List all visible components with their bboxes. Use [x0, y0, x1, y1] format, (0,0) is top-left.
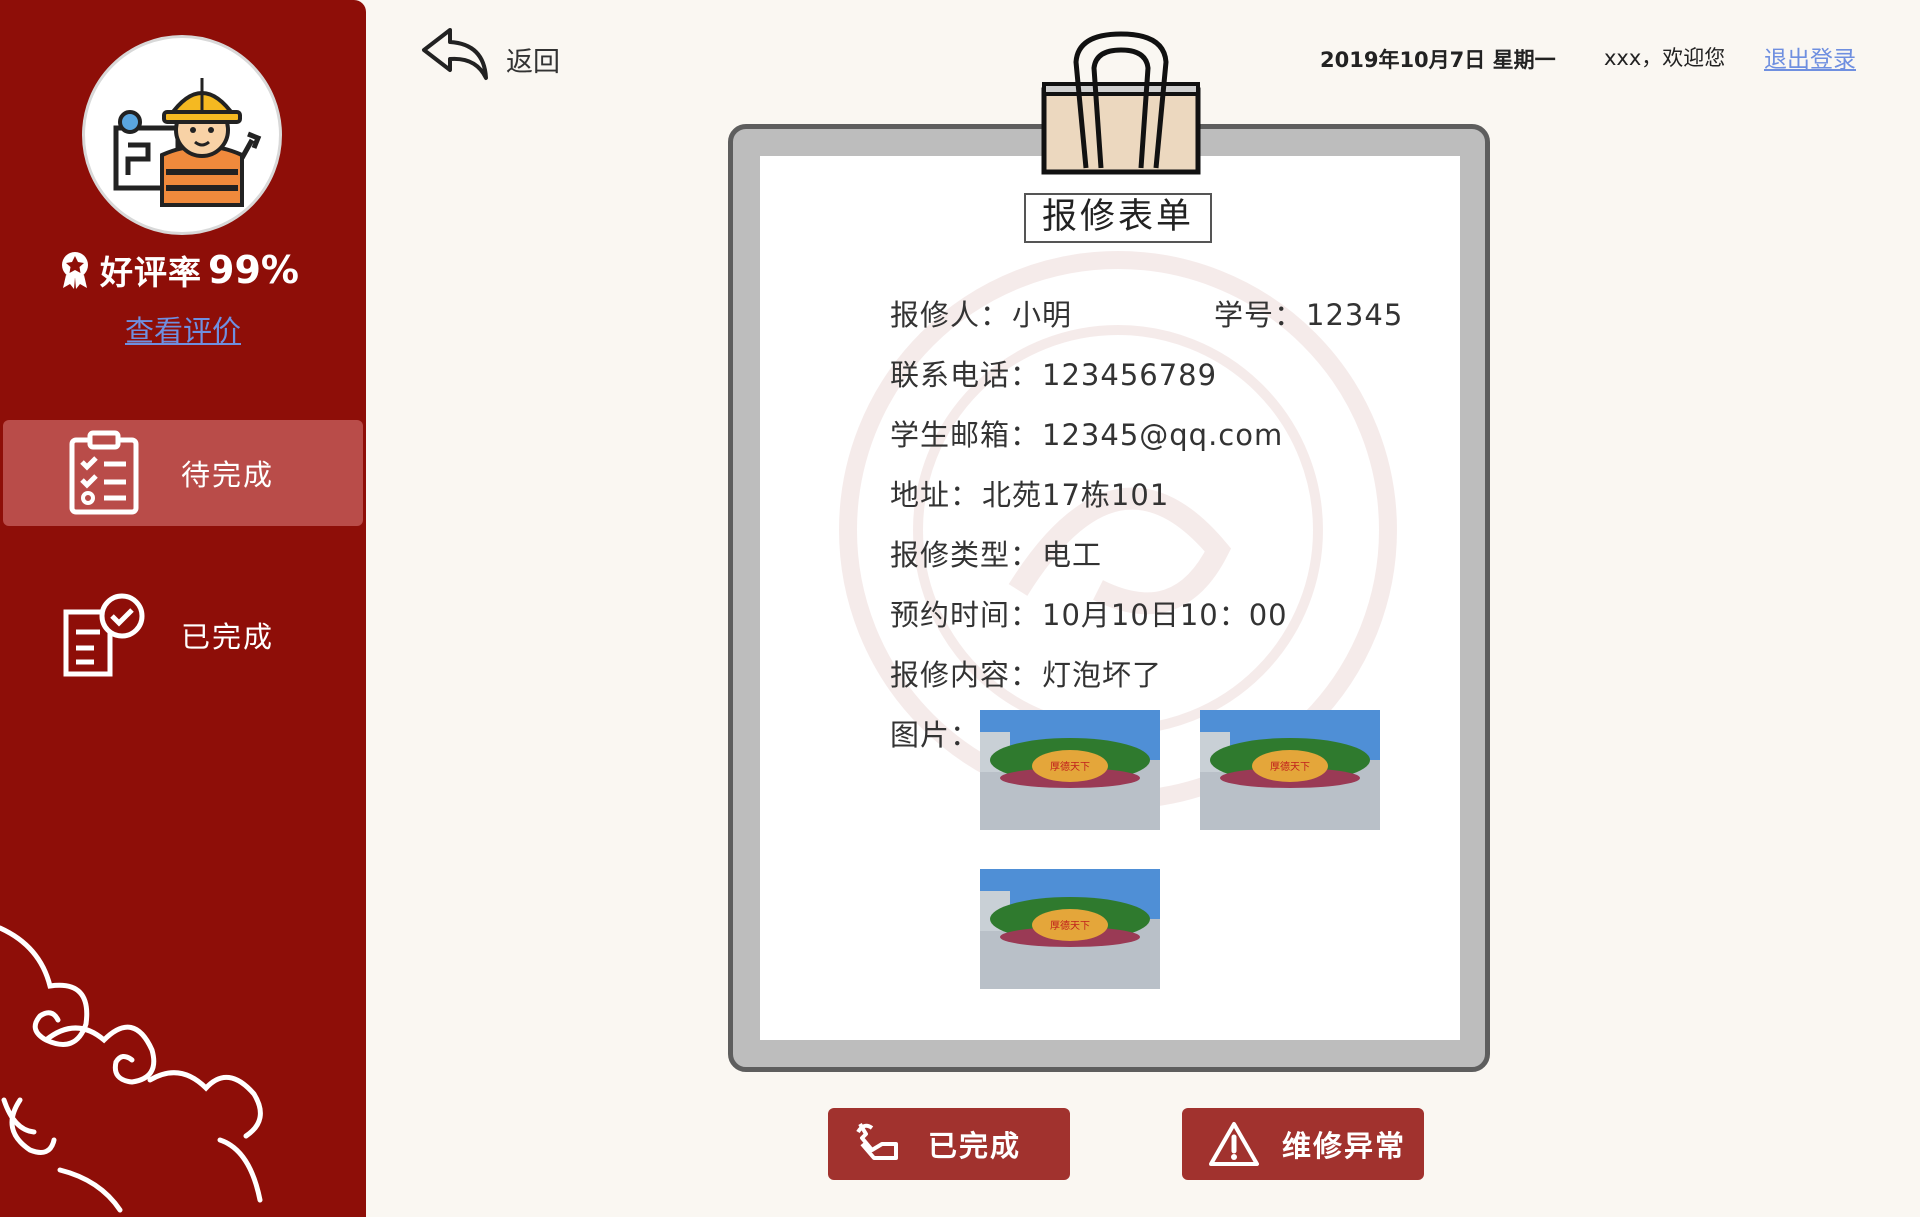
field-value: 灯泡坏了 — [1042, 658, 1163, 692]
field-label: 联系电话： — [890, 358, 1041, 392]
back-label: 返回 — [506, 46, 560, 78]
field-value: 北苑17栋101 — [982, 478, 1170, 512]
photo-image: 厚德天下 — [1200, 710, 1380, 830]
medal-icon — [62, 252, 88, 289]
welcome-text: xxx，欢迎您 — [1604, 46, 1726, 70]
photo-image: 厚德天下 — [980, 869, 1160, 989]
field-reporter: 报修人：小明 — [890, 292, 1072, 334]
nav-item-label: 已完成 — [181, 620, 275, 654]
field-label: 学生邮箱： — [890, 418, 1041, 452]
button-label: 已完成 — [928, 1129, 1022, 1163]
field-value: 电工 — [1042, 538, 1103, 572]
field-label: 报修人： — [890, 298, 1011, 332]
nav-item-pending[interactable]: 待完成 — [3, 420, 363, 526]
field-appointment-time: 预约时间：10月10日10：00 — [890, 592, 1288, 634]
photo-caption: 厚德天下 — [1050, 760, 1090, 773]
field-address: 地址：北苑17栋101 — [890, 472, 1169, 514]
field-value: 12345@qq.com — [1042, 418, 1284, 452]
field-label: 报修内容： — [890, 658, 1041, 692]
pictures-label: 图片： — [890, 718, 981, 752]
cloud-ornament-icon — [0, 925, 263, 1213]
field-repair-content: 报修内容：灯泡坏了 — [890, 652, 1162, 694]
current-date: 2019年10月7日 星期一 — [1320, 48, 1556, 72]
warning-triangle-icon — [1209, 1122, 1259, 1166]
repair-photo-thumbnail[interactable]: 厚德天下 — [980, 869, 1160, 989]
field-label: 预约时间： — [890, 598, 1041, 632]
field-student-id: 学号：12345 — [1214, 292, 1403, 334]
clipboard-checklist-icon — [69, 430, 139, 515]
wrench-hand-icon — [856, 1122, 898, 1160]
photo-caption: 厚德天下 — [1050, 919, 1090, 932]
field-value: 123456789 — [1042, 358, 1218, 392]
photo-caption: 厚德天下 — [1270, 760, 1310, 773]
rating-label: 好评率 — [100, 253, 202, 292]
photo-image: 厚德天下 — [980, 710, 1160, 830]
nav-item-completed[interactable]: 已完成 — [3, 582, 363, 688]
field-value: 12345 — [1306, 298, 1404, 332]
mark-complete-button[interactable]: 已完成 — [828, 1108, 1070, 1180]
field-label: 地址： — [890, 478, 981, 512]
logout-link[interactable]: 退出登录 — [1764, 40, 1856, 74]
form-title: 报修表单 — [1024, 193, 1212, 243]
nav-item-label: 待完成 — [181, 458, 275, 492]
button-label: 维修异常 — [1282, 1129, 1407, 1163]
binder-clip-icon — [1041, 31, 1201, 175]
rating-summary: 好评率 99% — [58, 248, 299, 292]
repair-photo-thumbnail[interactable]: 厚德天下 — [1200, 710, 1380, 830]
field-email: 学生邮箱：12345@qq.com — [890, 412, 1283, 454]
view-reviews-link[interactable]: 查看评价 — [0, 308, 366, 350]
back-button[interactable]: 返回 — [420, 26, 560, 82]
field-label: 学号： — [1214, 298, 1305, 332]
field-phone: 联系电话：123456789 — [890, 352, 1217, 394]
document-check-icon — [63, 593, 145, 677]
field-value: 小明 — [1012, 298, 1073, 332]
field-label: 报修类型： — [890, 538, 1041, 572]
repair-worker-icon — [113, 78, 262, 207]
rating-value: 99% — [208, 248, 299, 292]
field-repair-type: 报修类型：电工 — [890, 532, 1102, 574]
repair-photo-thumbnail[interactable]: 厚德天下 — [980, 710, 1160, 830]
field-value: 10月10日10：00 — [1042, 598, 1288, 632]
report-anomaly-button[interactable]: 维修异常 — [1182, 1108, 1424, 1180]
worker-avatar — [82, 35, 282, 235]
back-arrow-icon — [422, 28, 488, 80]
sidebar: 好评率 99% 查看评价 待完成 已完成 — [0, 0, 366, 1217]
